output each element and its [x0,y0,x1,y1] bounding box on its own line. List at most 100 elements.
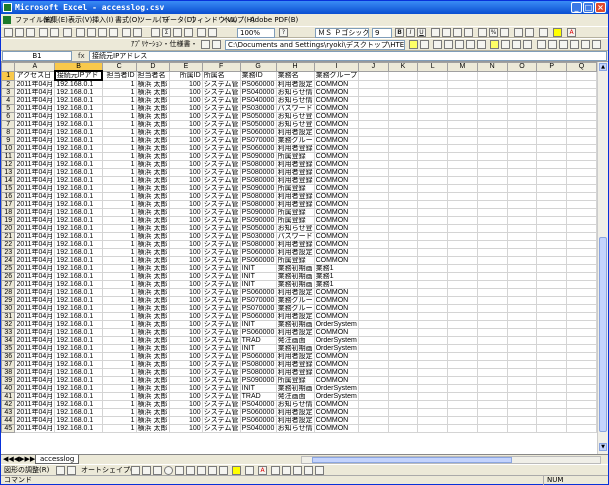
cell[interactable]: PS070000 [239,136,277,145]
cell[interactable]: 横浜 太郎 [135,232,171,241]
cell[interactable]: システム管 [201,96,241,105]
cell[interactable]: 横浜 太郎 [135,216,171,225]
cell[interactable] [476,344,508,353]
cell[interactable] [387,280,419,289]
cell[interactable]: 100 [169,248,203,257]
cell[interactable]: PS080000 [239,192,277,201]
cell[interactable] [417,240,448,249]
cell[interactable] [566,328,597,337]
row-header[interactable]: 29 [1,296,16,305]
cell[interactable] [358,120,389,129]
cell[interactable] [566,240,597,249]
italic-icon[interactable]: I [406,28,415,37]
cell[interactable] [417,384,448,393]
cell[interactable]: PS030000 [239,104,277,113]
cell[interactable]: OrderSystem [313,384,360,393]
cell[interactable] [387,304,419,313]
cell[interactable] [387,424,419,433]
cell[interactable] [506,344,538,353]
row-header[interactable]: 37 [1,360,16,369]
cell[interactable]: COMMON [313,240,360,249]
cell[interactable] [446,304,478,313]
cell[interactable] [446,208,478,217]
cell[interactable]: 192.168.0.1 [54,256,103,265]
cell[interactable] [536,88,568,97]
cell[interactable]: システム管 [201,384,241,393]
cell[interactable] [536,96,568,105]
line-color-icon[interactable] [245,466,254,475]
cell[interactable]: システム管 [201,296,241,305]
cell[interactable] [536,184,568,193]
cell[interactable] [476,384,508,393]
cell[interactable]: 利用者設定 [275,416,315,425]
cell[interactable] [358,136,389,145]
shadow-icon[interactable] [304,466,313,475]
cell[interactable] [446,136,478,145]
cell[interactable]: 利用者登録 [275,200,315,209]
cell[interactable]: 192.168.0.1 [54,232,103,241]
cell[interactable]: お知らせ情 [275,96,315,105]
cell[interactable]: 2011年04月 [14,128,56,137]
cell[interactable]: 192.168.0.1 [54,184,103,193]
fill-color-icon[interactable] [553,28,562,37]
cell[interactable] [387,144,419,153]
cell[interactable] [536,256,568,265]
cell[interactable] [446,368,478,377]
cell[interactable] [446,320,478,329]
cell[interactable]: 100 [169,176,203,185]
column-header-e[interactable]: E [169,62,203,72]
cell[interactable]: PS080000 [239,200,277,209]
cell[interactable]: システム管 [201,120,241,129]
cell[interactable] [536,384,568,393]
cell[interactable]: 2011年04月 [14,120,56,129]
rectangle-icon[interactable] [153,466,162,475]
cell[interactable]: PS060000 [239,128,277,137]
cell[interactable]: 1 [101,408,137,417]
cell[interactable]: システム管 [201,184,241,193]
cell[interactable]: 1 [101,232,137,241]
bold-icon[interactable]: B [395,28,404,37]
cell[interactable] [476,248,508,257]
cell[interactable] [417,288,448,297]
cell[interactable]: 利用者設定 [275,408,315,417]
diagram-icon[interactable] [197,466,206,475]
cell[interactable] [506,320,538,329]
cell[interactable] [506,136,538,145]
cell[interactable] [506,376,538,385]
cell[interactable] [536,192,568,201]
cell[interactable]: COMMON [313,176,360,185]
cell[interactable]: 横浜 太郎 [135,240,171,249]
cell[interactable] [536,304,568,313]
cell[interactable]: 100 [169,304,203,313]
chart-wizard-icon[interactable] [197,28,206,37]
cell[interactable]: 1 [101,192,137,201]
cell[interactable]: システム管 [201,144,241,153]
cell[interactable]: 1 [101,224,137,233]
cell[interactable] [476,168,508,177]
font-size-select[interactable]: 9 [372,28,392,38]
cell[interactable] [358,344,389,353]
cell[interactable]: パスワード [275,104,315,113]
worksheet-grid[interactable]: ABCDEFGHIJKLMNOPQ 1 アクセス日 接続元IPアド 担当者ID 担当者名… [1,62,597,454]
cell[interactable] [536,400,568,409]
cell[interactable]: システム管 [201,400,241,409]
cell[interactable] [417,70,448,81]
cell[interactable] [446,120,478,129]
cell[interactable] [476,70,508,81]
row-header[interactable]: 12 [1,160,16,169]
cell[interactable] [566,224,597,233]
cell[interactable] [446,184,478,193]
row-header[interactable]: 21 [1,232,16,241]
cell[interactable]: システム管 [201,248,241,257]
cell[interactable]: 192.168.0.1 [54,208,103,217]
cell[interactable] [476,208,508,217]
cell[interactable]: TRAD [239,336,277,345]
line-icon[interactable] [131,466,140,475]
cell[interactable] [506,96,538,105]
align-left-icon[interactable] [431,28,440,37]
cell[interactable] [387,70,419,81]
cell[interactable]: 192.168.0.1 [54,328,103,337]
arrow-style-icon[interactable] [293,466,302,475]
cell[interactable]: OrderSystem [313,320,360,329]
cell[interactable]: 192.168.0.1 [54,168,103,177]
